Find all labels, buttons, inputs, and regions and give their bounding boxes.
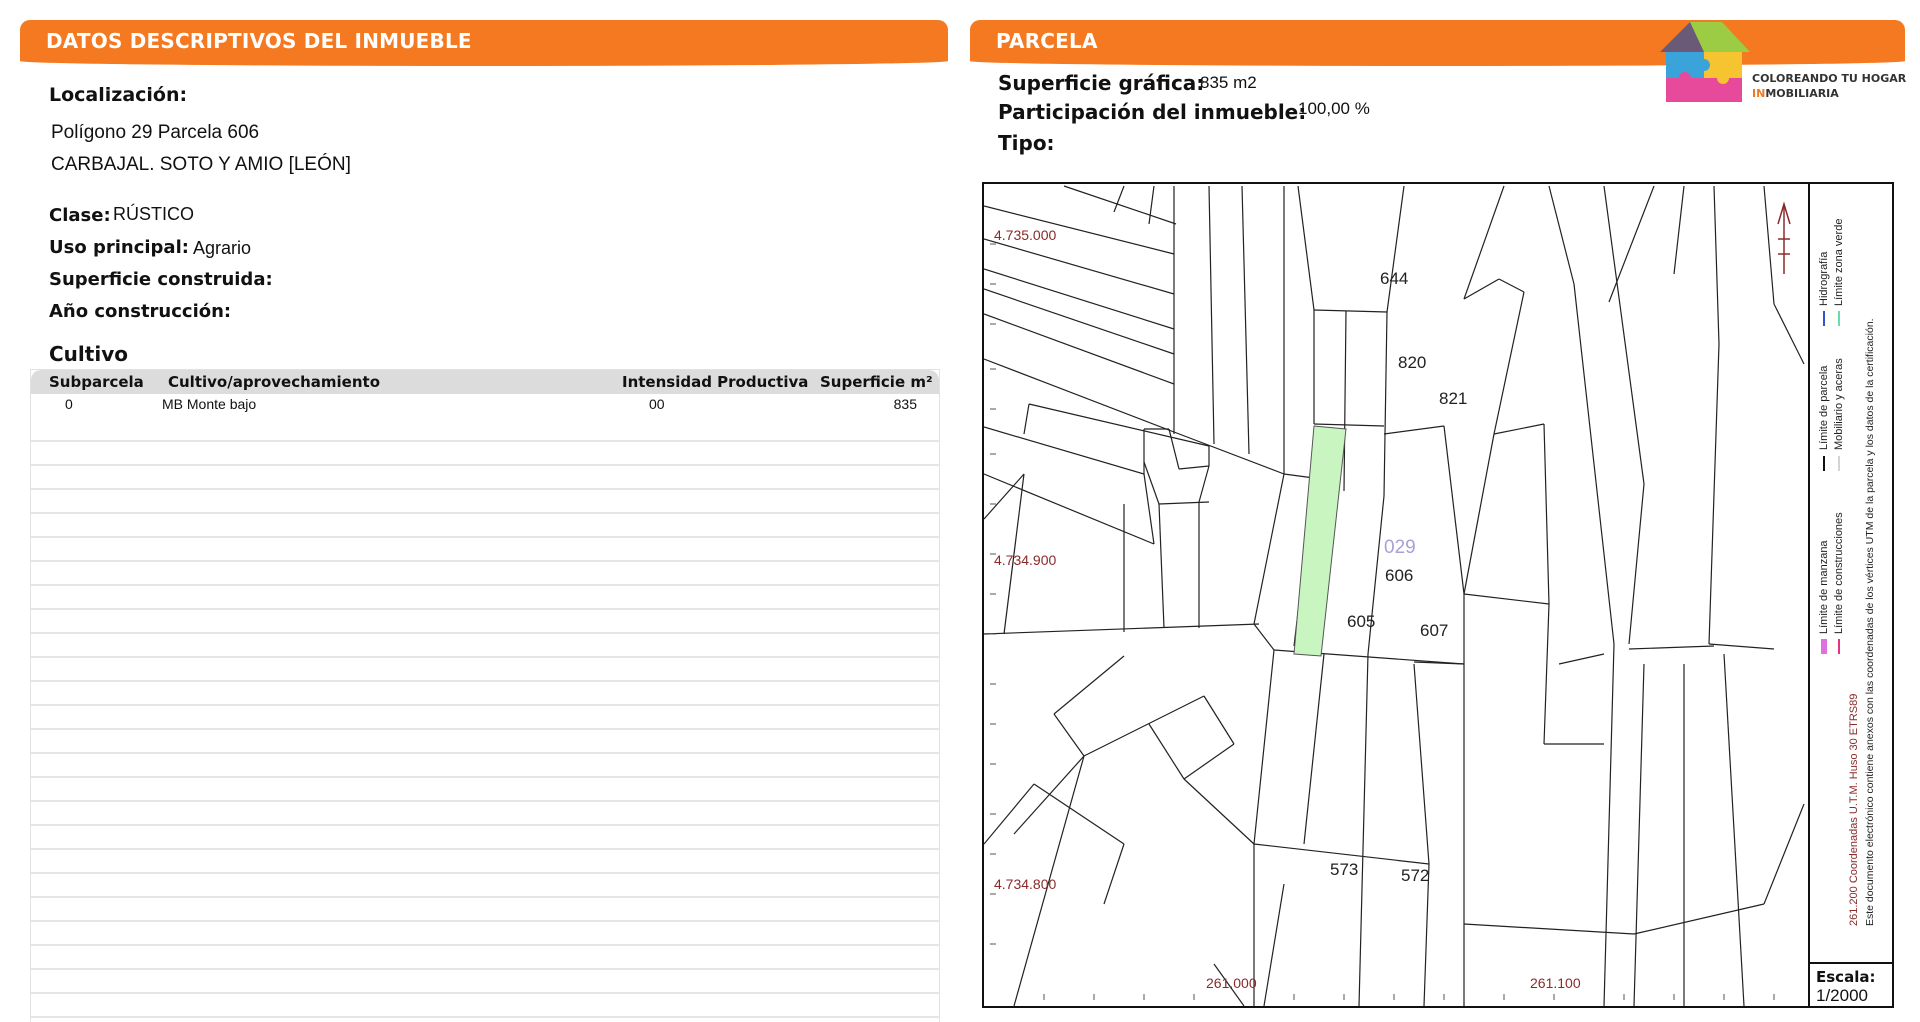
uso-value: Agrario: [193, 238, 252, 258]
logo-accent: IN: [1752, 87, 1766, 100]
scale-label: Escala:: [1816, 968, 1876, 986]
cultivo-table: Subparcela Cultivo/aprovechamiento Inten…: [30, 369, 940, 1022]
parcel-029: 029: [1384, 537, 1416, 558]
parcel-606: 606: [1385, 566, 1413, 585]
coord-y1: 4.735.000: [994, 227, 1056, 243]
legend-parcela: Límite de parcela: [1818, 365, 1830, 450]
localizacion-line2: CARBAJAL. SOTO Y AMIO [LEÓN]: [51, 154, 351, 175]
parcel-820: 820: [1398, 353, 1426, 372]
superficie-grafica-label: Superficie gráfica:: [998, 71, 1205, 95]
parcel-plan: 4.735.000 4.734.900 4.734.800 261.000 26…: [984, 185, 1805, 1006]
coord-x1: 261.000: [1206, 975, 1257, 991]
parcel-573: 573: [1330, 860, 1358, 879]
tipo-label: Tipo:: [998, 131, 1055, 155]
superficie-construida-label: Superficie construida:: [49, 269, 273, 290]
map-legend: Límite de manzana Límite de construccion…: [1808, 184, 1894, 962]
logo-line1: COLOREANDO TU HOGAR: [1752, 72, 1907, 85]
cell-intensidad: 00: [649, 396, 665, 412]
cell-cultivo: MB Monte bajo: [162, 396, 257, 412]
clase-value: RÚSTICO: [113, 204, 194, 224]
legend-documento: Este documento electrónico contiene anex…: [1864, 318, 1876, 926]
cell-superficie: 835: [893, 396, 917, 412]
section-title-parcela: PARCELA: [996, 29, 1098, 53]
legend-construcciones: Límite de construcciones: [1833, 512, 1845, 634]
table-header: Subparcela Cultivo/aprovechamiento Inten…: [31, 370, 939, 394]
cultivo-heading: Cultivo: [49, 342, 128, 366]
localizacion-line1: Polígono 29 Parcela 606: [51, 122, 260, 143]
participacion-label: Participación del inmueble:: [998, 100, 1307, 124]
legend-coordenadas: 261.200 Coordenadas U.T.M. Huso 30 ETRS8…: [1848, 693, 1860, 926]
anio-construccion-label: Año construcción:: [49, 301, 232, 322]
table-empty-rows: [31, 418, 939, 1022]
coord-y2: 4.734.900: [994, 552, 1056, 568]
parcel-572: 572: [1401, 866, 1429, 885]
company-logo: COLOREANDO TU HOGAR INMOBILIARIA: [1652, 18, 1912, 108]
logo-line2: INMOBILIARIA: [1752, 87, 1839, 100]
superficie-grafica-value: 835 m2: [1200, 73, 1257, 92]
scale-value: 1/2000: [1816, 986, 1868, 1005]
header-subparcela: Subparcela: [49, 373, 144, 391]
section-header-datos: DATOS DESCRIPTIVOS DEL INMUEBLE: [20, 20, 948, 66]
legend-mobiliario: Mobiliario y aceras: [1833, 358, 1845, 450]
header-superficie: Superficie m²: [820, 373, 933, 391]
house-puzzle-icon: [1660, 22, 1750, 102]
parcel-607: 607: [1420, 621, 1448, 640]
clase-label: Clase:: [49, 205, 111, 226]
localizacion-label: Localización:: [49, 84, 188, 106]
section-title-datos: DATOS DESCRIPTIVOS DEL INMUEBLE: [46, 29, 472, 53]
legend-manzana: Límite de manzana: [1818, 540, 1830, 634]
coord-y3: 4.734.800: [994, 876, 1056, 892]
parcel-821: 821: [1439, 389, 1467, 408]
north-arrow-icon: [1777, 201, 1791, 274]
parcel-644: 644: [1380, 269, 1408, 288]
map-scale: Escala: 1/2000: [1808, 962, 1894, 1006]
cadastral-map: 4.735.000 4.734.900 4.734.800 261.000 26…: [982, 182, 1894, 1008]
header-intensidad: Intensidad Productiva: [622, 373, 809, 391]
participacion-value: 100,00 %: [1298, 99, 1370, 118]
coord-x2: 261.100: [1530, 975, 1581, 991]
legend-zona-verde: Límite zona verde: [1833, 218, 1845, 306]
parcel-605: 605: [1347, 612, 1375, 631]
cell-subparcela: 0: [65, 396, 73, 412]
title-prefix: DATOS DESCRIPTIVOS DEL: [46, 29, 355, 53]
uso-label: Uso principal:: [49, 237, 189, 258]
legend-hidrografia: Hidrografía: [1818, 251, 1830, 306]
header-cultivo: Cultivo/aprovechamiento: [168, 373, 381, 391]
logo-rest: MOBILIARIA: [1765, 87, 1839, 100]
title-emphasis: INMUEBLE: [354, 29, 472, 53]
